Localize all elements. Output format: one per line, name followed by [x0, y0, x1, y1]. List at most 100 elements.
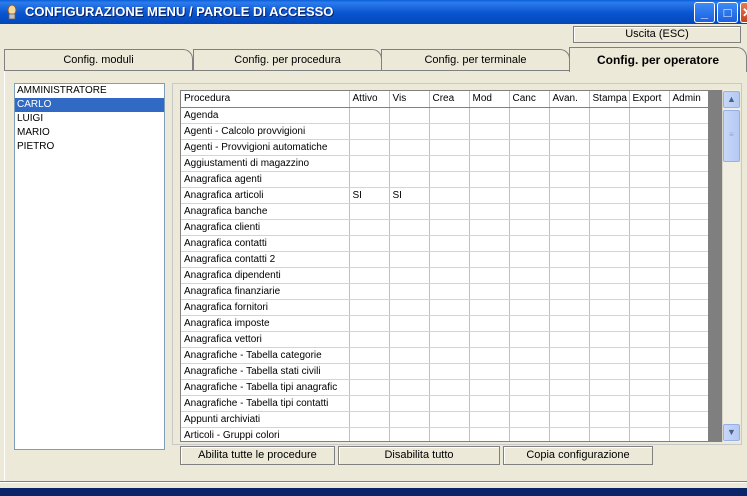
procedure-cell[interactable]: Anagrafica contatti — [181, 235, 350, 252]
permission-cell[interactable] — [469, 299, 510, 316]
table-row[interactable]: Anagrafiche - Tabella categorie — [181, 347, 708, 364]
permission-cell[interactable] — [429, 395, 470, 412]
table-row[interactable]: Anagrafica dipendenti — [181, 267, 708, 284]
permission-cell[interactable] — [389, 235, 430, 252]
permission-cell[interactable] — [629, 235, 670, 252]
permission-cell[interactable] — [589, 427, 630, 441]
copy-config-button[interactable]: Copia configurazione — [503, 446, 653, 465]
permission-cell[interactable] — [469, 251, 510, 268]
permission-cell[interactable] — [389, 123, 430, 140]
operator-item-luigi[interactable]: LUIGI — [15, 112, 164, 126]
column-header[interactable]: Admin — [669, 91, 708, 108]
permission-cell[interactable] — [389, 107, 430, 124]
permission-cell[interactable] — [669, 411, 708, 428]
permission-cell[interactable] — [429, 347, 470, 364]
permission-cell[interactable] — [509, 347, 550, 364]
permission-cell[interactable] — [509, 299, 550, 316]
permission-cell[interactable] — [629, 395, 670, 412]
permission-cell[interactable] — [509, 107, 550, 124]
permission-cell[interactable] — [349, 203, 390, 220]
maximize-button[interactable]: □ — [717, 2, 738, 23]
permission-cell[interactable] — [509, 139, 550, 156]
permission-cell[interactable] — [629, 155, 670, 172]
permission-cell[interactable] — [509, 251, 550, 268]
table-row[interactable]: Agenda — [181, 107, 708, 124]
tab-config-moduli[interactable]: Config. moduli — [4, 49, 193, 71]
permission-cell[interactable] — [669, 107, 708, 124]
permission-cell[interactable] — [669, 395, 708, 412]
table-row[interactable]: Anagrafiche - Tabella stati civili — [181, 363, 708, 380]
procedure-cell[interactable]: Anagrafica finanziarie — [181, 283, 350, 300]
permission-cell[interactable] — [509, 235, 550, 252]
operator-item-amministratore[interactable]: AMMINISTRATORE — [15, 84, 164, 98]
permission-cell[interactable] — [669, 363, 708, 380]
procedure-cell[interactable]: Anagrafica vettori — [181, 331, 350, 348]
permission-cell[interactable] — [389, 219, 430, 236]
permission-cell[interactable] — [509, 395, 550, 412]
permission-cell[interactable] — [629, 315, 670, 332]
permission-cell[interactable] — [389, 379, 430, 396]
table-row[interactable]: Anagrafica contatti 2 — [181, 251, 708, 268]
permission-cell[interactable] — [349, 363, 390, 380]
procedure-cell[interactable]: Anagrafica clienti — [181, 219, 350, 236]
permission-cell[interactable] — [469, 187, 510, 204]
permission-cell[interactable] — [349, 395, 390, 412]
permission-cell[interactable] — [549, 219, 590, 236]
permission-cell[interactable] — [349, 379, 390, 396]
operator-list[interactable]: AMMINISTRATORE CARLO LUIGI MARIO PIETRO — [14, 83, 165, 450]
permission-cell[interactable] — [629, 347, 670, 364]
permission-cell[interactable] — [429, 171, 470, 188]
table-row[interactable]: Anagrafiche - Tabella tipi anagrafic — [181, 379, 708, 396]
permission-cell[interactable] — [429, 235, 470, 252]
permission-cell[interactable] — [349, 427, 390, 441]
vertical-scrollbar[interactable]: ▲ ≡ ▼ — [722, 90, 740, 442]
permission-cell[interactable] — [669, 283, 708, 300]
permission-cell[interactable] — [629, 203, 670, 220]
permission-cell[interactable] — [429, 155, 470, 172]
permission-cell[interactable] — [549, 315, 590, 332]
permission-cell[interactable] — [389, 267, 430, 284]
permission-cell[interactable] — [349, 139, 390, 156]
permission-cell[interactable] — [549, 123, 590, 140]
permission-cell[interactable] — [349, 267, 390, 284]
permission-cell[interactable] — [389, 283, 430, 300]
operator-item-mario[interactable]: MARIO — [15, 126, 164, 140]
permission-cell[interactable] — [549, 155, 590, 172]
permission-cell[interactable] — [429, 363, 470, 380]
permission-cell[interactable] — [509, 171, 550, 188]
permission-cell[interactable] — [469, 379, 510, 396]
permission-cell[interactable] — [589, 299, 630, 316]
permission-cell[interactable] — [669, 155, 708, 172]
table-row[interactable]: Anagrafica finanziarie — [181, 283, 708, 300]
permission-cell[interactable] — [589, 283, 630, 300]
permission-cell[interactable] — [349, 235, 390, 252]
permission-cell[interactable] — [669, 331, 708, 348]
permission-cell[interactable] — [669, 347, 708, 364]
permission-cell[interactable] — [669, 187, 708, 204]
permission-cell[interactable] — [349, 331, 390, 348]
permission-cell[interactable] — [429, 315, 470, 332]
permission-cell[interactable] — [589, 203, 630, 220]
tab-config-operatore[interactable]: Config. per operatore — [569, 47, 747, 72]
permission-cell[interactable] — [349, 171, 390, 188]
table-row[interactable]: Anagrafica clienti — [181, 219, 708, 236]
table-row[interactable]: Agenti - Calcolo provvigioni — [181, 123, 708, 140]
permission-cell[interactable] — [469, 267, 510, 284]
table-row[interactable]: Anagrafica agenti — [181, 171, 708, 188]
permission-cell[interactable] — [349, 411, 390, 428]
permission-cell[interactable] — [589, 315, 630, 332]
column-header[interactable]: Avan. — [549, 91, 590, 108]
permission-cell[interactable] — [549, 139, 590, 156]
column-header[interactable]: Canc — [509, 91, 550, 108]
permission-cell[interactable] — [509, 267, 550, 284]
permission-cell[interactable] — [589, 267, 630, 284]
procedure-cell[interactable]: Anagrafica banche — [181, 203, 350, 220]
permission-cell[interactable] — [629, 123, 670, 140]
table-row[interactable]: Aggiustamenti di magazzino — [181, 155, 708, 172]
permission-cell[interactable] — [589, 171, 630, 188]
permission-cell[interactable] — [509, 331, 550, 348]
permission-cell[interactable] — [549, 347, 590, 364]
permission-cell[interactable] — [389, 411, 430, 428]
table-row[interactable]: Anagrafica vettori — [181, 331, 708, 348]
permission-cell[interactable] — [669, 379, 708, 396]
